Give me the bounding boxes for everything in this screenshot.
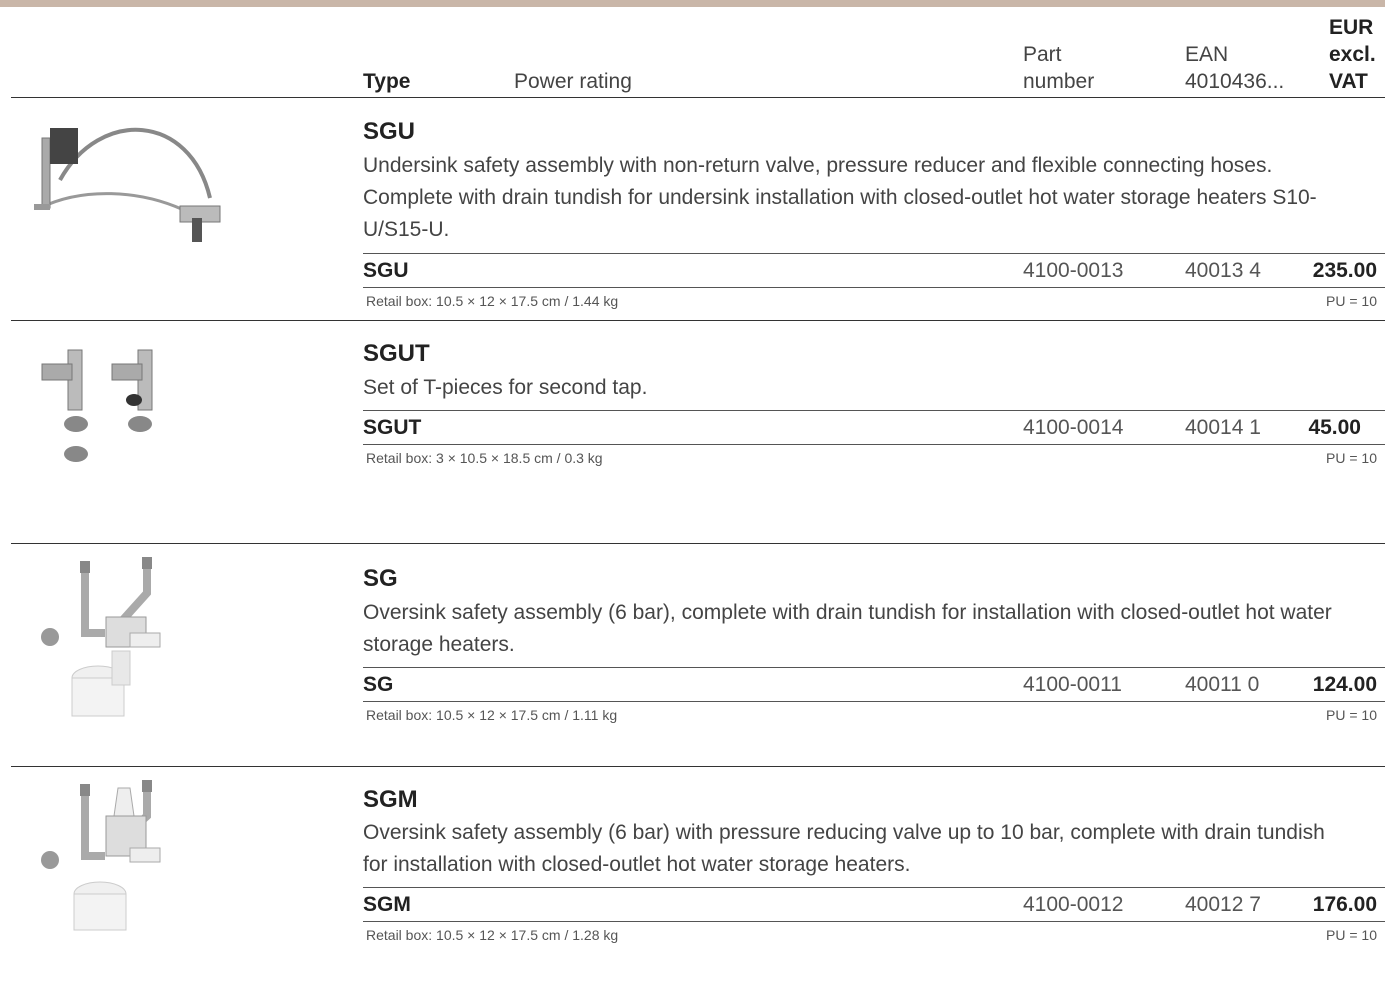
product-description: Set of T-pieces for second tap. (363, 376, 648, 399)
price: 45.00 (1308, 416, 1361, 439)
order-code: SGUT (363, 416, 422, 439)
ean-code: 40013 4 (1185, 259, 1261, 282)
product-sgm: SGM Oversink safety assembly (6 bar) wit… (0, 766, 1385, 981)
ean-code: 40011 0 (1185, 673, 1260, 696)
part-number: 4100-0012 (1023, 893, 1124, 916)
retail-box-info: Retail box: 3 × 10.5 × 18.5 cm / 0.3 kg (366, 450, 603, 466)
oversink-reducer-assembly-icon (41, 780, 161, 931)
product-name: SGUT (363, 340, 430, 367)
order-code: SG (363, 673, 394, 696)
packing-unit: PU = 10 (1326, 707, 1377, 723)
header-part-line1: Part (1023, 43, 1062, 66)
part-number: 4100-0011 (1023, 673, 1122, 696)
header-part-number: Part number (1023, 41, 1163, 95)
header-power-rating: Power rating (514, 70, 632, 93)
part-number: 4100-0014 (1023, 416, 1124, 439)
ean-code: 40014 1 (1185, 416, 1261, 439)
product-name: SG (363, 565, 398, 592)
product-name: SGU (363, 118, 416, 145)
t-pieces-icon (41, 349, 153, 462)
part-number: 4100-0013 (1023, 259, 1124, 282)
header-ean: EAN 4010436... (1185, 41, 1305, 95)
product-separator (11, 320, 1385, 321)
header-part-line2: number (1023, 70, 1095, 93)
retail-box-info: Retail box: 10.5 × 12 × 17.5 cm / 1.28 k… (366, 927, 619, 943)
product-description: Oversink safety assembly (6 bar), comple… (363, 601, 1332, 656)
order-row-top-rule (363, 253, 1385, 254)
header-price: EUR excl. VAT (1329, 14, 1385, 95)
retail-box-info: Retail box: 10.5 × 12 × 17.5 cm / 1.11 k… (366, 707, 618, 723)
header-price-line2: excl. (1329, 43, 1376, 66)
order-row-bottom-rule (363, 444, 1385, 445)
oversink-assembly-icon (41, 557, 161, 717)
product-sg: SG Oversink safety assembly (6 bar), com… (0, 543, 1385, 766)
ean-code: 40012 7 (1185, 893, 1261, 916)
packing-unit: PU = 10 (1326, 927, 1377, 943)
header-price-line3: VAT (1329, 70, 1368, 93)
order-row-top-rule (363, 410, 1385, 411)
header-type: Type (363, 70, 411, 93)
header-ean-line2: 4010436... (1185, 70, 1285, 93)
price: 176.00 (1312, 893, 1377, 916)
top-accent-bar (0, 0, 1385, 7)
product-description: Undersink safety assembly with non-retur… (363, 154, 1317, 241)
price: 235.00 (1312, 259, 1377, 282)
packing-unit: PU = 10 (1326, 450, 1377, 466)
order-code: SGU (363, 259, 409, 282)
order-row-bottom-rule (363, 287, 1385, 288)
order-row-bottom-rule (363, 921, 1385, 922)
product-separator (11, 543, 1385, 544)
product-sgu: SGU Undersink safety assembly with non-r… (0, 98, 1385, 320)
retail-box-info: Retail box: 10.5 × 12 × 17.5 cm / 1.44 k… (366, 293, 619, 309)
header-price-line1: EUR (1329, 16, 1374, 39)
product-description: Oversink safety assembly (6 bar) with pr… (363, 821, 1325, 876)
table-header: Type Power rating Part number EAN 401043… (0, 14, 1385, 98)
product-name: SGM (363, 786, 418, 813)
price: 124.00 (1312, 673, 1377, 696)
packing-unit: PU = 10 (1326, 293, 1377, 309)
order-row-top-rule (363, 887, 1385, 888)
order-row-bottom-rule (363, 701, 1385, 702)
header-ean-line1: EAN (1185, 43, 1229, 66)
order-code: SGM (363, 893, 411, 916)
undersink-assembly-icon (34, 127, 221, 242)
product-separator (11, 766, 1385, 767)
product-sgut: SGUT Set of T-pieces for second tap. SGU… (0, 320, 1385, 543)
order-row-top-rule (363, 667, 1385, 668)
